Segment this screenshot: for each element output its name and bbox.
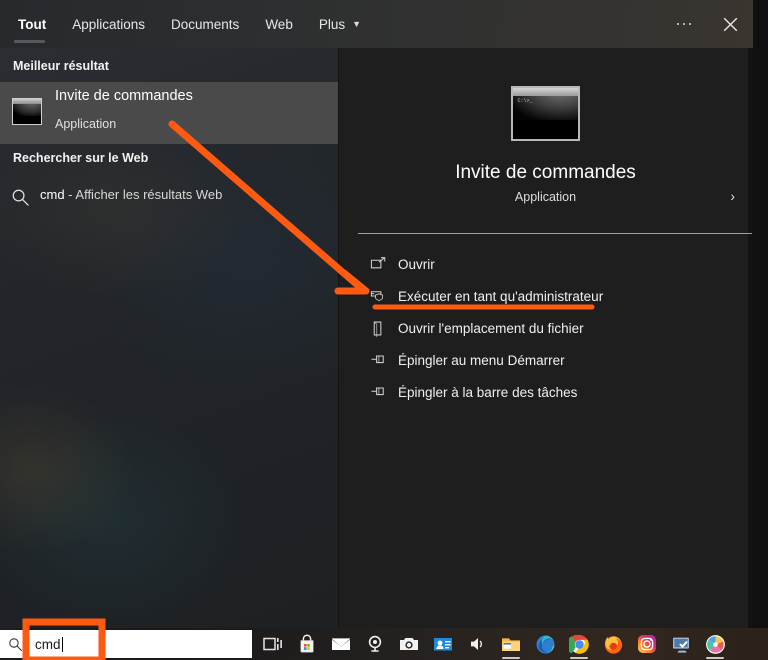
- menu-item-epingler-menu-demarrer[interactable]: Épingler au menu Démarrer: [338, 344, 753, 376]
- menu-item-executer-administrateur[interactable]: Exécuter en tant qu'administrateur: [338, 280, 753, 312]
- more-options-button[interactable]: [661, 0, 707, 48]
- menu-item-label: Épingler au menu Démarrer: [398, 352, 565, 368]
- tab-label: Applications: [72, 16, 146, 32]
- best-result-subtitle: Application: [55, 117, 117, 131]
- mail-icon[interactable]: [324, 628, 358, 660]
- prompt-text: C:\>_: [517, 98, 533, 104]
- chevron-down-icon: ▼: [352, 18, 362, 29]
- menu-item-ouvrir-emplacement-fichier[interactable]: Ouvrir l'emplacement du fichier: [338, 312, 753, 344]
- text-cursor: [61, 636, 63, 652]
- windows-search-flyout: Tout Applications Documents Web Plus ▼ M…: [0, 0, 753, 628]
- menu-item-ouvrir[interactable]: Ouvrir: [338, 248, 753, 280]
- search-input-value: cmd: [35, 636, 63, 652]
- tab-plus[interactable]: Plus ▼: [306, 0, 374, 48]
- taskbar-icons: [256, 628, 732, 660]
- tab-applications[interactable]: Applications: [59, 0, 158, 48]
- command-prompt-icon: [12, 98, 42, 125]
- menu-item-label: Ouvrir l'emplacement du fichier: [398, 320, 584, 336]
- ellipsis-icon: [676, 22, 692, 26]
- web-result-suffix: - Afficher les résultats Web: [64, 187, 223, 202]
- shield-window-icon: [370, 291, 384, 301]
- folder-icon: [373, 321, 382, 337]
- menu-item-label: Épingler à la barre des tâches: [398, 384, 578, 400]
- best-result-heading: Meilleur résultat: [13, 59, 109, 73]
- search-tabs: Tout Applications Documents Web Plus ▼: [0, 0, 374, 48]
- camera-icon[interactable]: [392, 628, 426, 660]
- divider: [358, 233, 752, 234]
- web-search-heading: Rechercher sur le Web: [13, 151, 149, 165]
- web-result-query: cmd: [40, 187, 65, 202]
- tab-label: Documents: [171, 16, 240, 32]
- microsoft-edge-icon[interactable]: [528, 628, 562, 660]
- menu-item-label: Ouvrir: [398, 256, 435, 272]
- search-tab-bar: Tout Applications Documents Web Plus ▼: [0, 0, 753, 48]
- tab-label: Tout: [18, 16, 47, 32]
- close-icon: [723, 17, 737, 31]
- search-icon: [9, 637, 23, 651]
- webcam-icon[interactable]: [358, 628, 392, 660]
- tab-label: Web: [265, 16, 293, 32]
- tab-tout[interactable]: Tout: [0, 0, 59, 48]
- search-icon: [12, 189, 29, 206]
- task-view-icon[interactable]: [256, 628, 290, 660]
- speaker-icon[interactable]: [460, 628, 494, 660]
- window-controls: [661, 0, 753, 48]
- close-button[interactable]: [707, 0, 753, 48]
- tab-documents[interactable]: Documents: [158, 0, 252, 48]
- menu-item-epingler-barre-taches[interactable]: Épingler à la barre des tâches: [338, 376, 753, 408]
- mozilla-firefox-icon[interactable]: [596, 628, 630, 660]
- people-photos-icon[interactable]: [426, 628, 460, 660]
- tab-web[interactable]: Web: [252, 0, 306, 48]
- command-prompt-icon: C:\>_: [510, 86, 580, 141]
- tab-label: Plus: [318, 16, 346, 32]
- microsoft-store-icon[interactable]: [290, 628, 324, 660]
- best-result-title: Invite de commandes: [55, 88, 193, 104]
- menu-item-label: Exécuter en tant qu'administrateur: [398, 288, 604, 304]
- color-wheel-app-icon[interactable]: [698, 628, 732, 660]
- file-explorer-icon[interactable]: [494, 628, 528, 660]
- open-window-icon: [370, 257, 386, 269]
- app-type: Application: [514, 190, 577, 204]
- web-result-text: cmd - Afficher les résultats Web: [40, 187, 222, 202]
- remote-desktop-icon[interactable]: [664, 628, 698, 660]
- pin-icon: [371, 387, 384, 396]
- screen: Tout Applications Documents Web Plus ▼ M…: [0, 0, 768, 660]
- pin-icon: [371, 355, 384, 364]
- taskbar-search-input[interactable]: cmd: [0, 630, 252, 658]
- google-chrome-icon[interactable]: [562, 628, 596, 660]
- app-title: Invite de commandes: [455, 162, 636, 183]
- instagram-icon[interactable]: [630, 628, 664, 660]
- app-context-menu: Ouvrir Exécuter en tant qu'administrateu…: [338, 248, 753, 408]
